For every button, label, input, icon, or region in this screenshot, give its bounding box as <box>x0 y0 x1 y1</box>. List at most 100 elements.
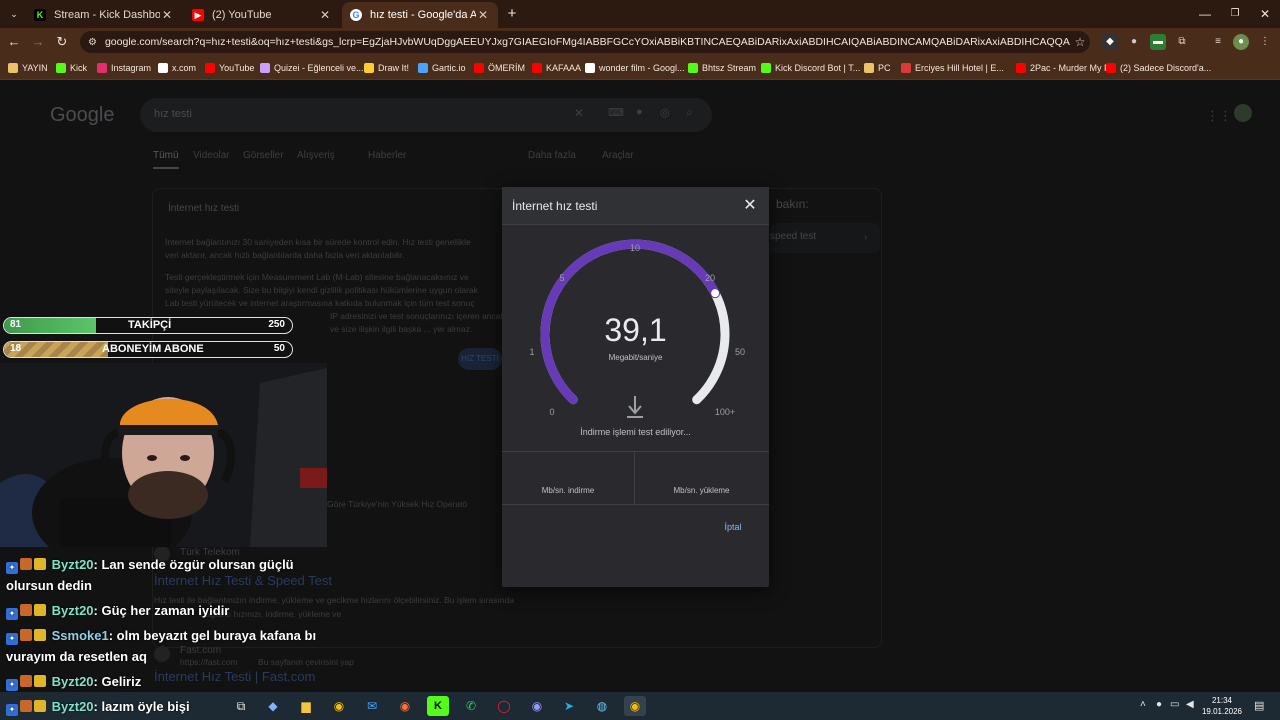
results-panel: Mb/sn. indirme Mb/sn. yükleme <box>502 451 769 505</box>
copilot-icon[interactable]: ◆ <box>262 696 284 716</box>
new-tab-button[interactable]: + <box>502 4 522 24</box>
kick-icon <box>688 63 698 73</box>
crown-icon <box>34 675 46 687</box>
apps-icon[interactable]: ⋮⋮ <box>1206 108 1232 124</box>
close-icon[interactable]: ✕ <box>318 8 332 22</box>
chrome-icon[interactable]: ◉ <box>328 696 350 716</box>
account-avatar[interactable] <box>1234 104 1252 122</box>
tab-images[interactable]: Görseller <box>243 150 284 161</box>
close-icon[interactable]: ✕ <box>476 8 490 22</box>
extension-icon[interactable]: ● <box>1126 34 1142 50</box>
clock[interactable]: 21:34 19.01.2026 <box>1202 695 1242 717</box>
bookmark-label: ÖMERİM <box>488 63 525 73</box>
bookmark-item[interactable]: Instagram <box>97 60 151 76</box>
side-suggestion[interactable]: speed test › <box>770 223 880 253</box>
kick-icon[interactable]: K <box>427 696 449 716</box>
menu-icon[interactable]: ⋮ <box>1257 34 1273 50</box>
extension-icon[interactable]: ▬ <box>1150 34 1166 50</box>
bookmark-star-icon[interactable]: ☆ <box>1070 35 1090 49</box>
mic-icon[interactable]: ● <box>1156 699 1162 710</box>
search-input[interactable]: hız testi ✕ ⌨ ● ◎ ⌕ <box>140 98 712 132</box>
close-icon[interactable]: ✕ <box>160 8 174 22</box>
reload-icon[interactable]: ↻ <box>52 32 72 52</box>
mail-icon[interactable]: ✉ <box>361 696 383 716</box>
bookmark-item[interactable]: YouTube <box>205 60 254 76</box>
bookmark-label: Gartic.io <box>432 63 466 73</box>
whatsapp-icon[interactable]: ✆ <box>460 696 482 716</box>
run-speed-test-button[interactable]: HIZ TESTİ <box>458 348 502 370</box>
bookmark-item[interactable]: Quizei - Eğlenceli ve... <box>260 60 364 76</box>
bookmark-item[interactable]: (2) Sadece Discord'a... <box>1106 60 1211 76</box>
opera-icon[interactable]: ◯ <box>493 696 515 716</box>
volume-icon[interactable]: ◀ <box>1186 699 1194 710</box>
bookmark-item[interactable]: Kick <box>56 60 87 76</box>
tab-more[interactable]: Daha fazla <box>528 150 576 161</box>
avatar[interactable]: ● <box>1233 34 1249 50</box>
gauge-tick: 20 <box>704 273 715 283</box>
address-bar[interactable]: ⚙ google.com/search?q=hız+testi&oq=hız+t… <box>80 31 1090 53</box>
clear-icon[interactable]: ✕ <box>574 106 584 120</box>
url-text[interactable]: google.com/search?q=hız+testi&oq=hız+tes… <box>105 36 1070 48</box>
mic-icon[interactable]: ● <box>636 106 643 118</box>
bookmark-label: Bhtsz Stream <box>702 63 757 73</box>
tab-all[interactable]: Tümü <box>153 150 179 169</box>
bookmark-item[interactable]: Erciyes Hill Hotel | E... <box>901 60 1004 76</box>
forward-icon[interactable]: → <box>28 32 48 52</box>
search-icon[interactable]: ⌕ <box>686 105 693 120</box>
tab-tools[interactable]: Araçlar <box>602 150 634 161</box>
restore-icon[interactable]: ❐ <box>1220 4 1250 24</box>
bookmark-item[interactable]: x.com <box>158 60 196 76</box>
bookmark-item[interactable]: Draw It! <box>364 60 409 76</box>
steam-icon[interactable]: ◍ <box>591 696 613 716</box>
extension-icon[interactable]: ◆ <box>1102 34 1118 50</box>
tab-search-icon[interactable]: ⌄ <box>4 4 24 24</box>
tab-news[interactable]: Haberler <box>368 150 406 161</box>
dialog-header: İnternet hız testi ✕ <box>502 187 769 225</box>
telegram-icon[interactable]: ➤ <box>558 696 580 716</box>
bookmark-label: Kick <box>70 63 88 73</box>
minimize-icon[interactable]: — <box>1190 4 1220 24</box>
google-logo[interactable]: Google <box>50 104 115 127</box>
site-info-icon[interactable]: ⚙ <box>88 37 97 48</box>
reading-list-icon[interactable]: ≡ <box>1210 34 1226 50</box>
body-text: veri aktarır, ancak hızlı bağlantılarda … <box>165 250 405 260</box>
bookmark-label: x.com <box>172 63 197 73</box>
tray-chevron-icon[interactable]: ˄ <box>1140 699 1146 710</box>
keyboard-icon[interactable]: ⌨ <box>608 106 624 119</box>
youtube-icon <box>205 63 215 73</box>
tab-youtube[interactable]: ▶ (2) YouTube ✕ <box>184 2 340 28</box>
bookmark-item[interactable]: Bhtsz Stream <box>688 60 756 76</box>
bookmark-item[interactable]: Gartic.io <box>418 60 466 76</box>
notifications-icon[interactable]: ▤ <box>1254 699 1264 712</box>
extensions-puzzle-icon[interactable]: ⧉ <box>1174 34 1190 50</box>
close-icon[interactable]: ✕ <box>741 195 759 215</box>
files-icon[interactable]: ▆ <box>295 696 317 716</box>
upload-result: Mb/sn. yükleme <box>635 452 768 504</box>
window-close-icon[interactable]: ✕ <box>1250 4 1280 24</box>
firefox-icon[interactable]: ◉ <box>394 696 416 716</box>
side-link[interactable]: speed test <box>770 230 816 243</box>
tab-videos[interactable]: Videolar <box>193 150 230 161</box>
tab-title: hız testi - Google'da Ara <box>370 9 476 21</box>
discord-icon[interactable]: ◉ <box>526 696 548 716</box>
tab-shopping[interactable]: Alışveriş <box>297 150 335 161</box>
tab-google-search[interactable]: G hız testi - Google'da Ara ✕ <box>342 2 498 28</box>
kick-icon <box>56 63 66 73</box>
bookmark-item[interactable]: wonder film - Googl... <box>585 60 685 76</box>
bookmark-item[interactable]: PC <box>864 60 891 76</box>
back-icon[interactable]: ← <box>4 32 24 52</box>
tab-kick-dashboard[interactable]: K Stream - Kick Dashboard ✕ <box>26 2 182 28</box>
bookmark-item[interactable]: KAFAAA <box>532 60 581 76</box>
lens-icon[interactable]: ◎ <box>660 106 670 119</box>
bookmark-item[interactable]: ÖMERİM <box>474 60 525 76</box>
bookmark-item[interactable]: YAYIN <box>8 60 48 76</box>
bookmark-item[interactable]: Kick Discord Bot | T... <box>761 60 860 76</box>
emote-icon <box>20 675 32 687</box>
cancel-button[interactable]: İptal <box>717 517 749 537</box>
chat-message: ✦ Ssmoke1: olm beyazıt gel buraya kafana… <box>6 625 336 667</box>
network-icon[interactable]: ▭ <box>1170 699 1179 710</box>
bookmark-item[interactable]: 2Pac - Murder My F... <box>1016 60 1116 76</box>
chrome-icon[interactable]: ◉ <box>624 696 646 716</box>
tab-title: (2) YouTube <box>212 9 272 21</box>
chat-username: Byzt20 <box>51 674 94 689</box>
